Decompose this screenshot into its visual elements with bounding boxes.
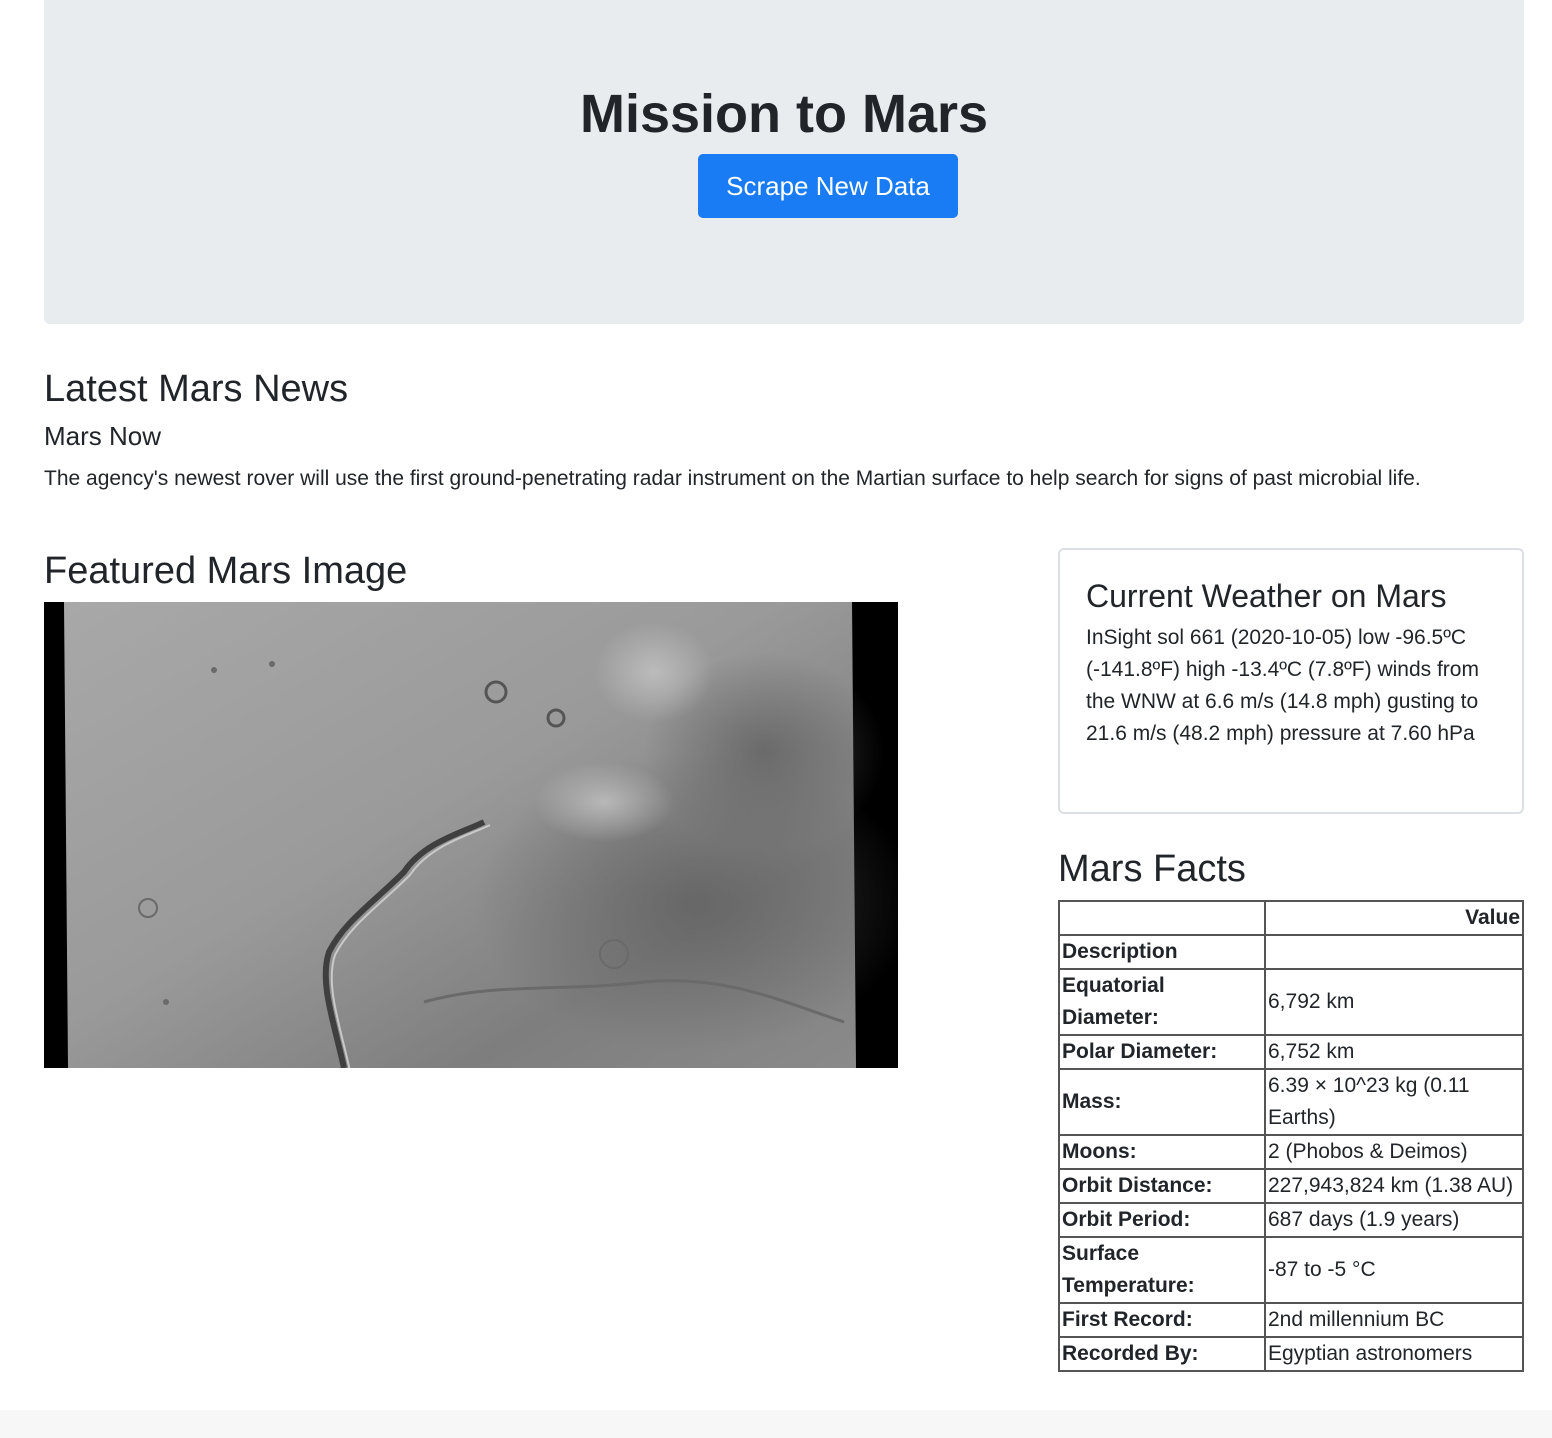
- fact-label: Orbit Distance:: [1058, 1168, 1266, 1204]
- mars-facts-heading: Mars Facts: [1058, 848, 1246, 890]
- page-bottom-edge: [0, 1410, 1552, 1438]
- table-row: Orbit Distance: 227,943,824 km (1.38 AU): [1058, 1168, 1524, 1204]
- description-index-header: Description: [1058, 934, 1266, 970]
- latest-news-heading: Latest Mars News: [44, 368, 349, 410]
- jumbotron-header: Mission to Mars Scrape New Data: [44, 0, 1524, 324]
- fact-value: 2 (Phobos & Deimos): [1264, 1134, 1524, 1170]
- weather-heading: Current Weather on Mars: [1086, 578, 1447, 614]
- fact-value: 6.39 × 10^23 kg (0.11 Earths): [1264, 1068, 1524, 1136]
- fact-value: 6,752 km: [1264, 1034, 1524, 1070]
- empty-cell: [1264, 934, 1524, 970]
- news-paragraph: The agency's newest rover will use the f…: [44, 467, 1421, 490]
- table-row: Polar Diameter: 6,752 km: [1058, 1034, 1524, 1070]
- table-row: Equatorial Diameter: 6,792 km: [1058, 968, 1524, 1036]
- table-header-row: Value: [1058, 900, 1524, 936]
- table-row: Recorded By: Egyptian astronomers: [1058, 1336, 1524, 1372]
- table-index-row: Description: [1058, 934, 1524, 970]
- fact-value: 687 days (1.9 years): [1264, 1202, 1524, 1238]
- fact-label: Equatorial Diameter:: [1058, 968, 1266, 1036]
- table-row: Orbit Period: 687 days (1.9 years): [1058, 1202, 1524, 1238]
- fact-value: 6,792 km: [1264, 968, 1524, 1036]
- fact-label: Recorded By:: [1058, 1336, 1266, 1372]
- fact-label: Orbit Period:: [1058, 1202, 1266, 1238]
- mars-facts-table: Value Description Equatorial Diameter: 6…: [1058, 900, 1524, 1372]
- fact-label: Polar Diameter:: [1058, 1034, 1266, 1070]
- featured-image-heading: Featured Mars Image: [44, 550, 408, 592]
- table-row: First Record: 2nd millennium BC: [1058, 1302, 1524, 1338]
- mars-surface-image: [44, 602, 898, 1068]
- weather-card: Current Weather on Mars InSight sol 661 …: [1058, 548, 1524, 814]
- weather-text: InSight sol 661 (2020-10-05) low -96.5ºC…: [1086, 626, 1479, 745]
- fact-value: 227,943,824 km (1.38 AU): [1264, 1168, 1524, 1204]
- fact-label: First Record:: [1058, 1302, 1266, 1338]
- featured-mars-image[interactable]: [44, 602, 898, 1068]
- page-title: Mission to Mars: [579, 84, 989, 144]
- value-column-header: Value: [1264, 900, 1524, 936]
- table-row: Surface Temperature: -87 to -5 °C: [1058, 1236, 1524, 1304]
- fact-label: Moons:: [1058, 1134, 1266, 1170]
- news-headline: Mars Now: [44, 421, 162, 451]
- fact-value: -87 to -5 °C: [1264, 1236, 1524, 1304]
- fact-value: 2nd millennium BC: [1264, 1302, 1524, 1338]
- table-corner-cell: [1058, 900, 1266, 936]
- fact-label: Mass:: [1058, 1068, 1266, 1136]
- fact-value: Egyptian astronomers: [1264, 1336, 1524, 1372]
- table-row: Moons: 2 (Phobos & Deimos): [1058, 1134, 1524, 1170]
- fact-label: Surface Temperature:: [1058, 1236, 1266, 1304]
- scrape-new-data-button[interactable]: Scrape New Data: [698, 154, 958, 218]
- table-row: Mass: 6.39 × 10^23 kg (0.11 Earths): [1058, 1068, 1524, 1136]
